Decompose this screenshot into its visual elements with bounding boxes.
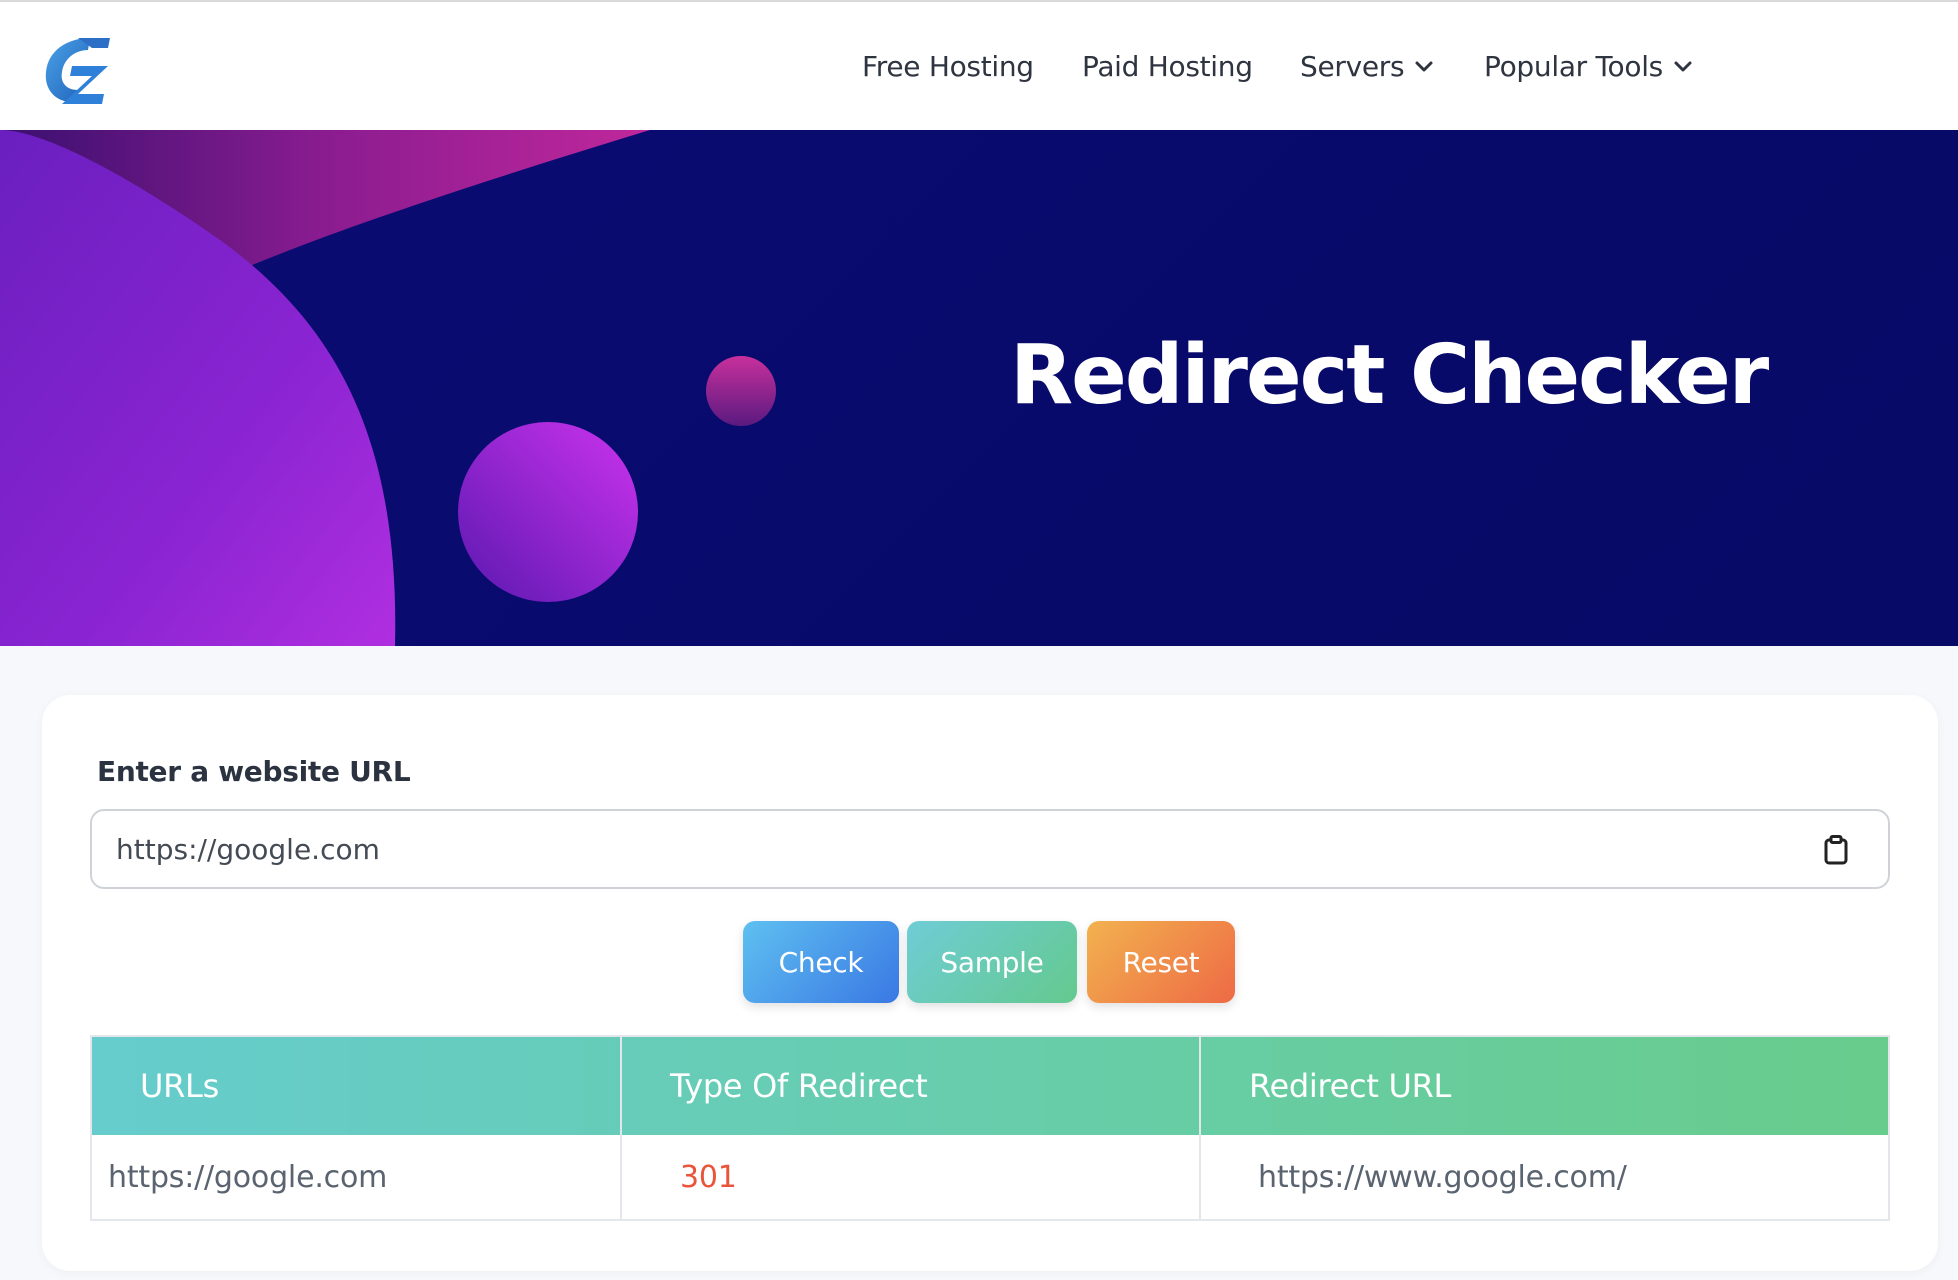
cell-redirect-type: 301: [680, 1159, 737, 1195]
nav-popular-tools-label: Popular Tools: [1484, 50, 1663, 83]
nav-paid-hosting[interactable]: Paid Hosting: [1082, 50, 1253, 83]
chevron-down-icon: [1415, 61, 1433, 71]
column-divider: [1199, 1037, 1201, 1219]
column-header-type: Type Of Redirect: [670, 1067, 928, 1105]
site-logo[interactable]: [38, 32, 114, 106]
sample-button[interactable]: Sample: [907, 921, 1077, 1003]
clipboard-icon[interactable]: [1824, 835, 1848, 865]
results-table: URLs Type Of Redirect Redirect URL https…: [90, 1035, 1890, 1221]
nav-free-hosting[interactable]: Free Hosting: [862, 50, 1034, 83]
reset-button[interactable]: Reset: [1087, 921, 1235, 1003]
nav-paid-hosting-label: Paid Hosting: [1082, 50, 1253, 83]
url-input[interactable]: [116, 811, 1796, 887]
url-field: [90, 809, 1890, 889]
nav-servers[interactable]: Servers: [1300, 50, 1434, 83]
check-button[interactable]: Check: [743, 921, 899, 1003]
nav-free-hosting-label: Free Hosting: [862, 50, 1034, 83]
cell-redirect-url: https://www.google.com/: [1258, 1159, 1627, 1195]
top-navigation: Free Hosting Paid Hosting Servers Popula…: [0, 0, 1958, 130]
nav-servers-label: Servers: [1300, 50, 1405, 83]
url-field-label: Enter a website URL: [97, 755, 411, 788]
cell-url: https://google.com: [108, 1159, 388, 1195]
column-header-redirect-url: Redirect URL: [1249, 1067, 1452, 1105]
column-divider: [620, 1037, 622, 1219]
page-title: Redirect Checker: [1010, 328, 1769, 423]
redirect-checker-card: Enter a website URL Check Sample Reset U…: [42, 695, 1938, 1271]
nav-popular-tools[interactable]: Popular Tools: [1484, 50, 1693, 83]
column-header-urls: URLs: [140, 1067, 219, 1105]
hero-banner: Redirect Checker: [0, 130, 1958, 646]
chevron-down-icon: [1674, 61, 1692, 71]
table-header: URLs Type Of Redirect Redirect URL: [92, 1037, 1888, 1135]
